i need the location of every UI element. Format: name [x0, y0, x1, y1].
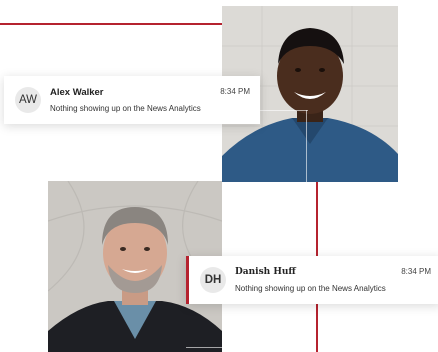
sender-name: Danish Huff: [235, 267, 296, 277]
decorative-line-vertical: [316, 181, 318, 258]
message-time: 8:34 PM: [220, 87, 250, 96]
decorative-line-vertical-bottom: [316, 304, 318, 352]
photo-grid-line: [186, 347, 222, 348]
photo-grid-line: [306, 110, 307, 182]
sender-name: Alex Walker: [50, 87, 104, 98]
message-time: 8:34 PM: [401, 267, 431, 276]
decorative-line-top: [0, 23, 222, 25]
avatar: AW: [15, 87, 41, 113]
message-card[interactable]: AW Alex Walker 8:34 PM Nothing showing u…: [4, 76, 260, 124]
message-card-highlighted[interactable]: DH Danish Huff 8:34 PM Nothing showing u…: [186, 256, 438, 304]
avatar: DH: [200, 267, 226, 293]
message-text: Nothing showing up on the News Analytics: [235, 284, 386, 293]
message-text: Nothing showing up on the News Analytics: [50, 104, 201, 113]
